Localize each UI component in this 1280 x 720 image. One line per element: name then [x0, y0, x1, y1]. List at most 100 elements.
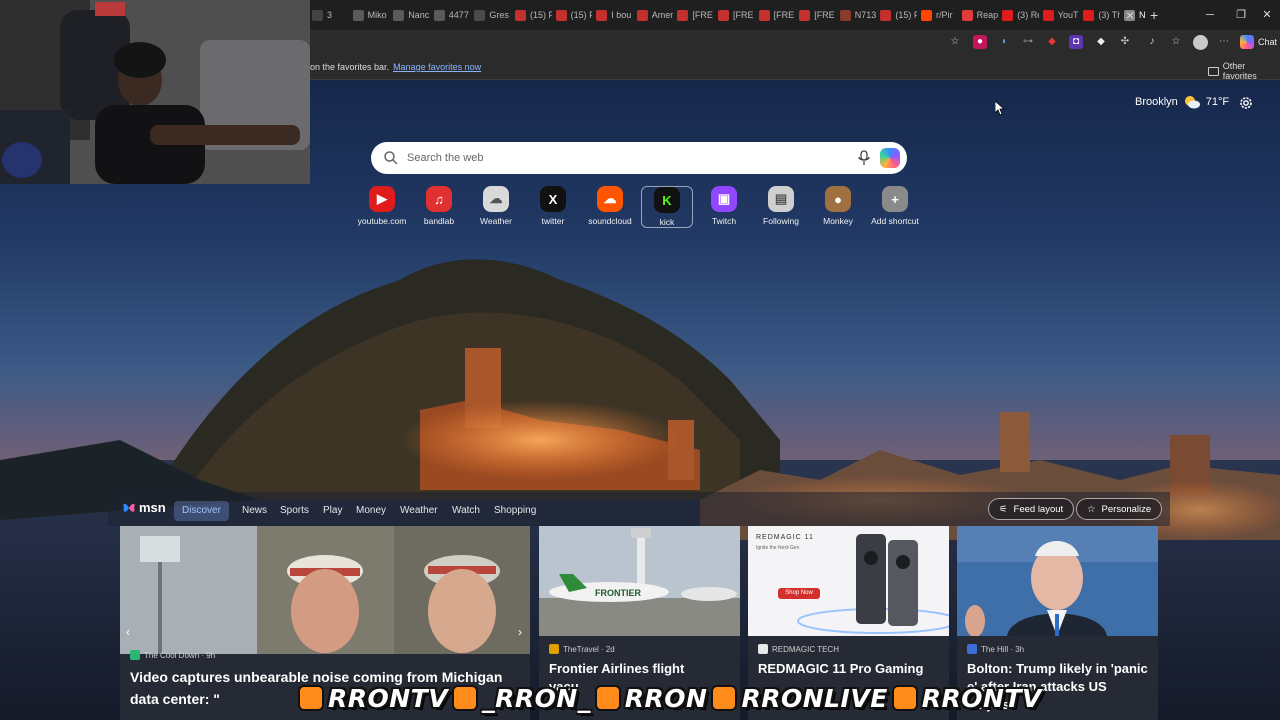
browser-tab[interactable]: N713: [839, 6, 877, 24]
shortcut-icon: ♫: [426, 186, 452, 212]
microphone-icon[interactable]: [857, 150, 871, 166]
copilot-label: Chat: [1258, 37, 1278, 47]
shortcut-soundcloud[interactable]: ☁ soundcloud: [584, 186, 636, 228]
feed-tab-play[interactable]: Play: [323, 501, 342, 521]
profile-avatar[interactable]: [1193, 35, 1208, 50]
shortcut-youtube-com[interactable]: ▶ youtube.com: [356, 186, 408, 228]
browser-tab[interactable]: YouT: [1042, 6, 1080, 24]
feed-tab-news[interactable]: News: [242, 501, 267, 521]
close-window-button[interactable]: ✕: [1256, 6, 1278, 24]
publisher-logo-icon: [130, 650, 140, 660]
browser-tab[interactable]: 4477: [433, 6, 471, 24]
publisher-logo-icon: [758, 644, 768, 654]
browser-tab[interactable]: (3) Th: [1083, 6, 1120, 24]
browser-tab[interactable]: Reap: [961, 6, 999, 24]
tab-title: Gres: [489, 10, 509, 20]
tab-title: [FRE: [692, 10, 713, 20]
shortcut-weather[interactable]: ☁ Weather: [470, 186, 522, 228]
shortcut-icon: K: [654, 187, 680, 213]
browser-tab[interactable]: (15) F: [555, 6, 592, 24]
close-tab-icon[interactable]: ×: [1126, 6, 1134, 24]
weather-widget[interactable]: Brooklyn 71°F: [1135, 95, 1229, 109]
browser-tab[interactable]: (3) Re: [1002, 6, 1039, 24]
feed-layout-button[interactable]: ⚟ Feed layout: [988, 498, 1075, 520]
browser-tab[interactable]: 3: [312, 6, 349, 24]
tab-favicon-icon: [515, 9, 526, 21]
shortcut-icon: ▣: [711, 186, 737, 212]
partly-cloudy-icon: [1184, 96, 1200, 109]
minimize-window-button[interactable]: ─: [1199, 6, 1221, 24]
favorites-bar-text: on the favorites bar.: [310, 62, 390, 72]
feed-tab-weather[interactable]: Weather: [400, 501, 438, 521]
extension-icon[interactable]: ●: [973, 35, 987, 49]
extension-icon[interactable]: ◆: [1094, 35, 1108, 49]
copilot-search-icon[interactable]: [880, 148, 900, 168]
extensions-puzzle-icon[interactable]: ✣: [1118, 35, 1132, 49]
read-aloud-icon[interactable]: ◗: [997, 35, 1011, 49]
new-tab-button[interactable]: +: [1150, 6, 1158, 24]
search-icon: [384, 151, 398, 165]
shortcut-label: Weather: [480, 216, 512, 226]
kick-icon: [594, 685, 621, 711]
shortcut-icon: ●: [825, 186, 851, 212]
browser-tab[interactable]: I bou: [596, 6, 633, 24]
browser-tab[interactable]: [FRE: [799, 6, 836, 24]
tab-title: 4477: [448, 10, 469, 20]
tab-title: Nanc: [408, 10, 430, 20]
personalize-label: Personalize: [1101, 503, 1152, 515]
feed-tab-watch[interactable]: Watch: [452, 501, 480, 521]
media-icon[interactable]: ♪: [1145, 35, 1159, 49]
shortcut-label: twitter: [541, 216, 565, 226]
browser-tab[interactable]: [FRE: [758, 6, 796, 24]
browser-tab[interactable]: r/Pir: [921, 6, 958, 24]
browser-tab[interactable]: Miko: [352, 6, 390, 24]
feed-tab-sports[interactable]: Sports: [280, 501, 309, 521]
browser-tab[interactable]: (15) F: [880, 6, 917, 24]
news-card-source-text: REDMAGIC TECH: [772, 644, 839, 654]
feed-tab-discover[interactable]: Discover: [174, 501, 229, 521]
browser-tab[interactable]: Gres: [474, 6, 511, 24]
personalize-button[interactable]: ☆ Personalize: [1076, 498, 1163, 520]
search-input[interactable]: [407, 148, 827, 168]
extension-icon[interactable]: ◆: [1045, 35, 1059, 49]
favorite-star-icon[interactable]: ☆: [948, 35, 962, 49]
gear-icon[interactable]: [1238, 95, 1254, 111]
banner-handle: RRON: [624, 683, 708, 713]
shortcut-icon: ▶: [369, 186, 395, 212]
sponsored-card-image: REDMAGIC 11 Ignite the Next-Gen Shop Now: [748, 526, 949, 636]
browser-tab[interactable]: (15) F: [515, 6, 552, 24]
extension-icon[interactable]: ⊶: [1021, 35, 1035, 49]
shortcut-twitch[interactable]: ▣ Twitch: [698, 186, 750, 228]
banner-handle: RRONTV: [921, 683, 1042, 713]
manage-favorites-link[interactable]: Manage favorites now: [393, 62, 481, 72]
extension-icon[interactable]: ◘: [1069, 35, 1083, 49]
msn-logo[interactable]: msn: [122, 500, 166, 515]
tab-favicon-icon: [596, 9, 608, 21]
browser-tab[interactable]: Nanc: [393, 6, 430, 24]
feed-tab-shopping[interactable]: Shopping: [494, 501, 536, 521]
restore-window-button[interactable]: ❐: [1230, 6, 1252, 24]
weather-temp: 71°F: [1205, 96, 1230, 108]
banner-handle: RRONLIVE: [741, 683, 888, 713]
shortcut-bandlab[interactable]: ♫ bandlab: [413, 186, 465, 228]
svg-text:FRONTIER: FRONTIER: [595, 588, 641, 598]
tiktok-icon: [452, 685, 479, 711]
shortcut-twitter[interactable]: Xtwitter: [527, 186, 579, 228]
browser-tab[interactable]: [FRE: [677, 6, 714, 24]
shortcut-kick[interactable]: Kkick: [641, 186, 693, 228]
shortcut-add-shortcut[interactable]: + Add shortcut: [869, 186, 921, 228]
browser-tab[interactable]: [FRE: [718, 6, 755, 24]
tab-favicon-icon: [352, 9, 364, 21]
other-favorites-button[interactable]: Other favorites: [1208, 61, 1280, 81]
browser-tab[interactable]: Amer: [636, 6, 674, 24]
feed-tab-money[interactable]: Money: [356, 501, 386, 521]
copilot-chat-button[interactable]: Chat: [1240, 33, 1277, 51]
youtube-icon: [711, 685, 738, 711]
more-options-icon[interactable]: ⋯: [1217, 35, 1231, 49]
shortcut-monkey[interactable]: ● Monkey: [812, 186, 864, 228]
shortcut-icon: ▤: [768, 186, 794, 212]
shortcut-label: Monkey: [823, 216, 853, 226]
shortcut-following[interactable]: ▤ Following: [755, 186, 807, 228]
collections-icon[interactable]: ☆: [1169, 35, 1183, 49]
tab-favicon-icon: [758, 9, 770, 21]
